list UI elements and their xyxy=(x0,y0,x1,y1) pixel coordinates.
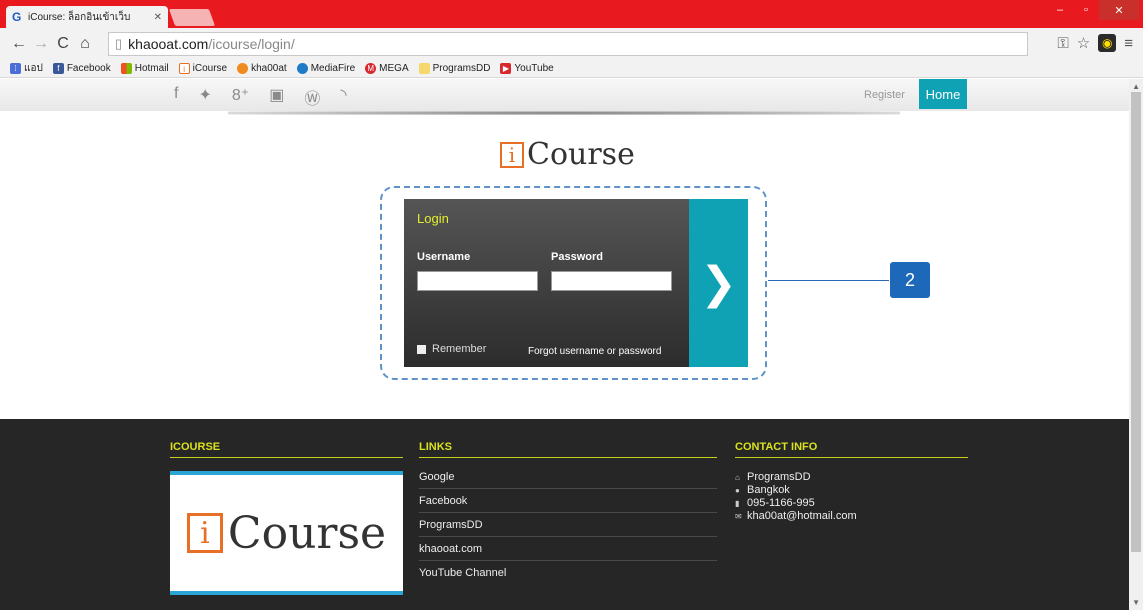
twitter-icon[interactable]: ✦ xyxy=(198,85,211,109)
wordpress-icon[interactable]: Ⓦ xyxy=(304,85,320,109)
youtube-icon[interactable]: ▣ xyxy=(269,85,284,109)
youtube-icon: ▶ xyxy=(500,63,512,74)
extension-icon[interactable]: ◉ xyxy=(1098,34,1117,52)
scrollbar-thumb[interactable] xyxy=(1131,92,1141,552)
forgot-password-link[interactable]: Forgot username or password xyxy=(528,346,661,357)
scroll-down-arrow-icon[interactable]: ▼ xyxy=(1132,598,1140,607)
bookmark-hotmail[interactable]: Hotmail xyxy=(120,63,169,74)
bookmarks-bar: ⁞ แอป f Facebook Hotmail i iCourse kha00at … xyxy=(0,60,1143,78)
login-title: Login xyxy=(417,211,449,226)
footer-heading-underline xyxy=(419,457,717,458)
footer-logo-i-box: i xyxy=(186,513,223,553)
mail-icon: ✉ xyxy=(735,512,742,521)
maximize-button[interactable]: ▫ xyxy=(1073,0,1099,20)
login-form: Login Username Password Remember Forgot … xyxy=(404,199,689,367)
bookmark-facebook[interactable]: f Facebook xyxy=(52,63,111,74)
bookmark-mega[interactable]: M MEGA xyxy=(365,63,409,74)
bookmark-mediafire[interactable]: MediaFire xyxy=(296,63,355,74)
footer-heading-underline xyxy=(170,457,403,458)
url-domain: khaooat.com xyxy=(128,36,209,52)
bookmark-star-icon[interactable]: ☆ xyxy=(1077,34,1090,52)
remember-label: Remember xyxy=(432,343,487,355)
menu-icon[interactable]: ≡ xyxy=(1124,35,1133,52)
google-favicon-icon: G xyxy=(12,10,22,24)
minimize-button[interactable]: – xyxy=(1047,0,1073,20)
bookmark-apps[interactable]: ⁞ แอป xyxy=(10,61,43,76)
windows-icon xyxy=(120,63,132,74)
back-arrow-icon[interactable]: ← xyxy=(8,35,30,53)
home-nav-button[interactable]: Home xyxy=(919,79,967,109)
window-controls: – ▫ ✕ xyxy=(1047,0,1139,20)
page-content: f ✦ 8⁺ ▣ Ⓦ ◝ Register Home i Course Logi… xyxy=(0,79,1129,610)
login-submit-button[interactable]: ❯ xyxy=(689,199,748,367)
password-label: Password xyxy=(551,251,603,263)
icourse-logo: i Course xyxy=(500,137,635,172)
callout-number-badge: 2 xyxy=(890,262,930,298)
programsdd-icon xyxy=(418,63,430,74)
new-tab-button[interactable] xyxy=(168,9,216,26)
contact-item: ✉ kha00at@hotmail.com xyxy=(735,510,857,522)
bookmark-kha00at[interactable]: kha00at xyxy=(237,63,287,74)
bookmark-programsdd[interactable]: ProgramsDD xyxy=(418,63,490,74)
facebook-icon[interactable]: f xyxy=(174,85,178,109)
footer-link-programsdd[interactable]: ProgramsDD xyxy=(419,513,717,537)
contact-item: ● Bangkok xyxy=(735,484,790,496)
username-label: Username xyxy=(417,251,471,263)
contact-item: ⌂ ProgramsDD xyxy=(735,471,811,483)
rss-icon[interactable]: ◝ xyxy=(340,85,346,109)
forward-arrow-icon[interactable]: → xyxy=(30,35,52,53)
location-icon: ● xyxy=(735,486,740,495)
tab-title: iCourse: ล็อกอินเข้าเว็บ xyxy=(28,11,131,23)
bookmark-icourse[interactable]: i iCourse xyxy=(178,63,227,74)
kha00at-icon xyxy=(237,63,249,74)
social-links: f ✦ 8⁺ ▣ Ⓦ ◝ xyxy=(174,85,347,109)
google-plus-icon[interactable]: 8⁺ xyxy=(232,85,249,109)
footer-link-youtube[interactable]: YouTube Channel xyxy=(419,561,717,585)
reload-icon[interactable]: C xyxy=(52,35,74,53)
apps-grid-icon: ⁞ xyxy=(10,63,21,74)
browser-toolbar: ← → C ⌂ ▯ khaooat.com/icourse/login/ ⚿ ☆… xyxy=(0,28,1143,60)
footer-link-khaooat[interactable]: khaooat.com xyxy=(419,537,717,561)
bookmark-youtube[interactable]: ▶ YouTube xyxy=(500,63,554,74)
home-icon[interactable]: ⌂ xyxy=(74,35,96,53)
key-icon[interactable]: ⚿ xyxy=(1057,35,1068,52)
facebook-icon: f xyxy=(52,63,64,74)
window-titlebar: G iCourse: ล็อกอินเข้าเว็บ ✕ – ▫ ✕ xyxy=(0,0,1143,28)
footer-links-heading: LINKS xyxy=(419,441,452,453)
url-path: /icourse/login/ xyxy=(208,36,295,52)
footer-heading-underline xyxy=(735,457,968,458)
phone-icon: ▮ xyxy=(735,499,740,508)
contact-item: ▮ 095-1166-995 xyxy=(735,497,815,509)
home-icon: ⌂ xyxy=(735,473,740,482)
footer-contact-heading: CONTACT INFO xyxy=(735,441,818,453)
site-top-bar: f ✦ 8⁺ ▣ Ⓦ ◝ Register Home xyxy=(0,79,1129,111)
footer-logo-text: Course xyxy=(227,507,387,559)
close-window-button[interactable]: ✕ xyxy=(1099,0,1139,20)
footer-link-google[interactable]: Google xyxy=(419,465,717,489)
password-input[interactable] xyxy=(551,271,672,291)
remember-checkbox[interactable]: Remember xyxy=(417,343,486,355)
toolbar-actions: ⚿ ☆ ◉ ≡ xyxy=(1057,34,1133,52)
icourse-icon: i xyxy=(178,63,190,74)
tab-close-icon[interactable]: ✕ xyxy=(154,12,162,23)
header-shadow xyxy=(228,111,900,115)
logo-i-box: i xyxy=(500,141,524,168)
logo-text: Course xyxy=(527,137,635,172)
register-link[interactable]: Register xyxy=(864,89,905,101)
address-bar[interactable]: ▯ khaooat.com/icourse/login/ xyxy=(108,32,1028,56)
footer-icourse-logo: i Course xyxy=(170,471,403,595)
mega-icon: M xyxy=(365,63,377,74)
browser-tab[interactable]: G iCourse: ล็อกอินเข้าเว็บ ✕ xyxy=(6,6,168,28)
scroll-up-arrow-icon[interactable]: ▲ xyxy=(1132,82,1140,91)
footer-link-facebook[interactable]: Facebook xyxy=(419,489,717,513)
footer-icourse-heading: ICOURSE xyxy=(170,441,221,453)
callout-connector-line xyxy=(768,280,889,281)
page-icon: ▯ xyxy=(115,36,123,51)
site-footer: ICOURSE LINKS CONTACT INFO i Course Goog… xyxy=(0,419,1129,610)
footer-links-list: Google Facebook ProgramsDD khaooat.com Y… xyxy=(419,465,717,585)
checkbox-box[interactable] xyxy=(417,344,426,354)
username-input[interactable] xyxy=(417,271,538,291)
contact-info-list: ⌂ ProgramsDD ● Bangkok ▮ 095-1166-995 ✉ kha0… xyxy=(735,471,857,523)
mediafire-icon xyxy=(296,63,308,74)
